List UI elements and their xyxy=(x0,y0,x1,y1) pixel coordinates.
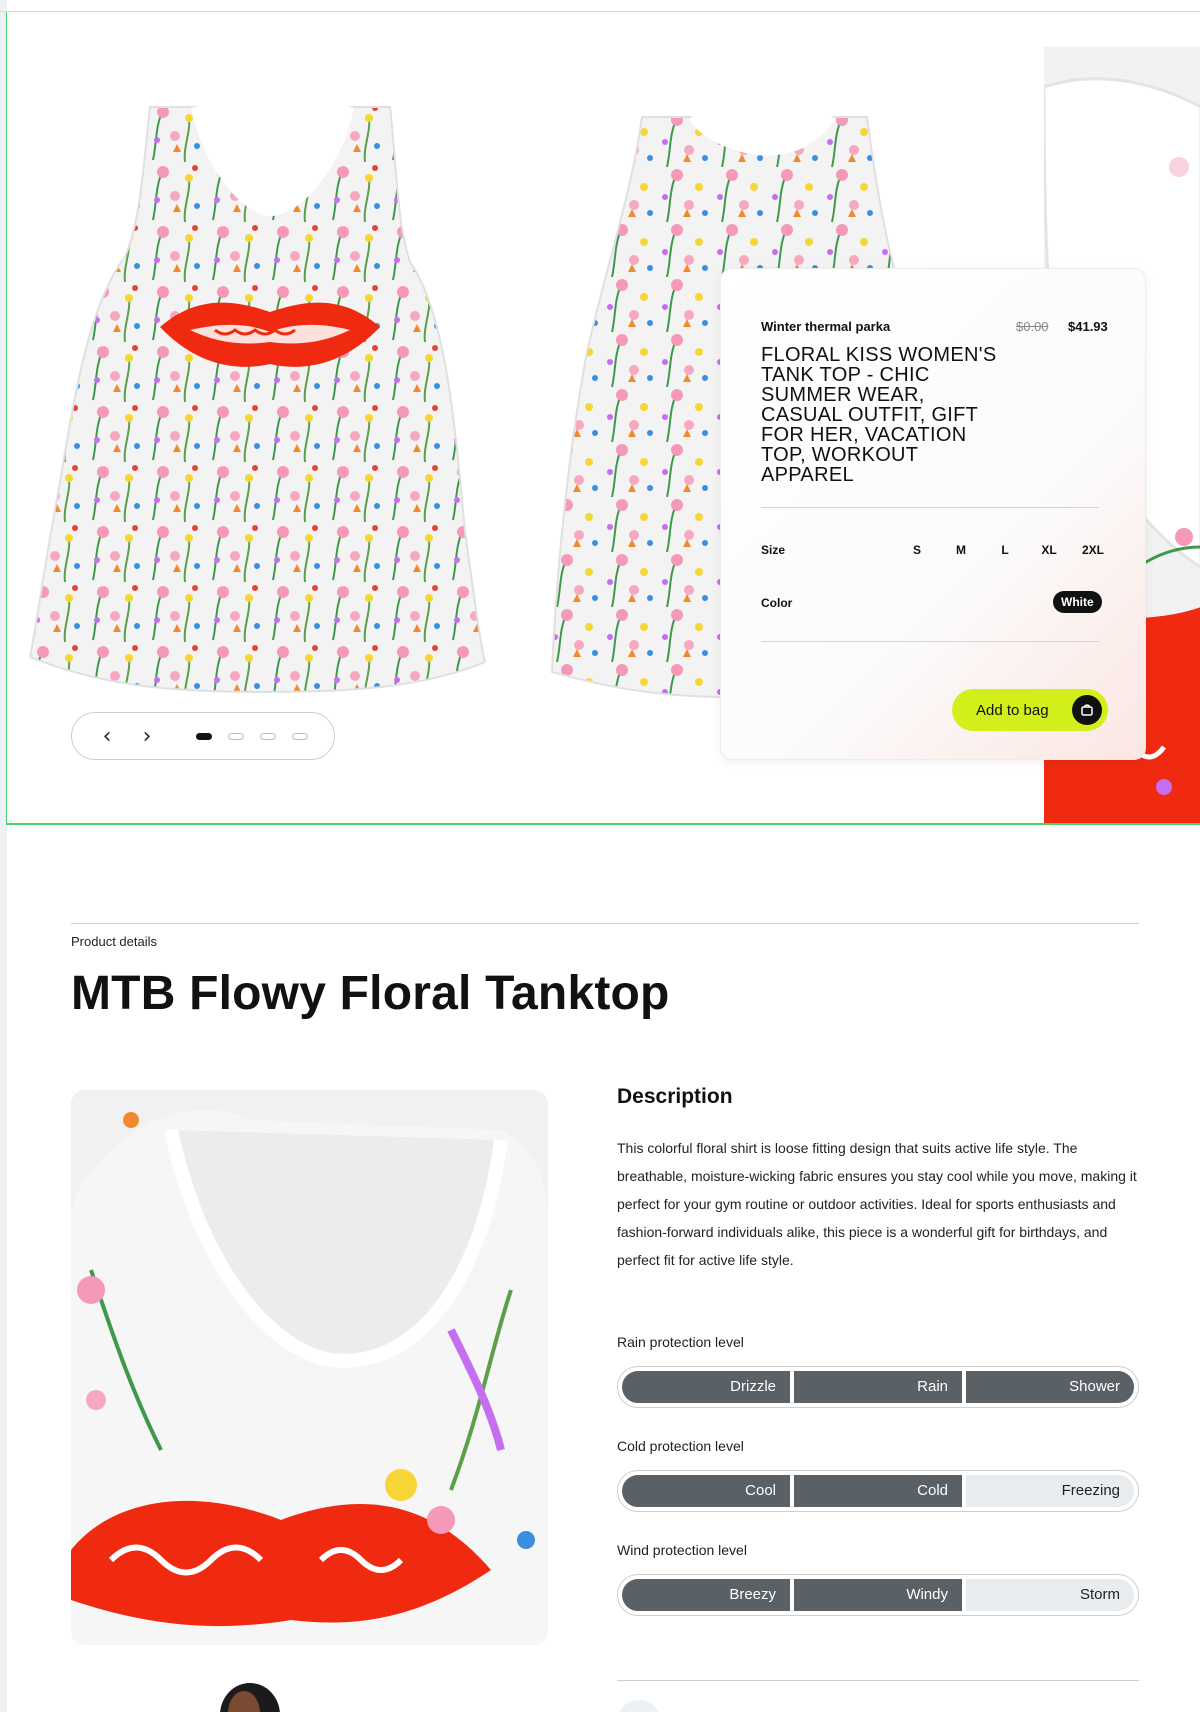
price-original: $0.00 xyxy=(1016,319,1049,334)
carousel-dot-1[interactable] xyxy=(196,732,212,740)
cold-level-cool[interactable]: Cool xyxy=(622,1475,790,1507)
color-option-white[interactable]: White xyxy=(1053,591,1102,613)
add-to-bag-button[interactable]: Add to bag xyxy=(952,689,1108,731)
description-heading: Description xyxy=(617,1085,733,1108)
carousel-dots xyxy=(196,732,308,740)
rain-level-rain[interactable]: Rain xyxy=(794,1371,962,1403)
card-divider xyxy=(761,507,1099,508)
carousel-dot-3[interactable] xyxy=(260,732,276,740)
product-detail-image xyxy=(71,1090,548,1645)
size-option-2xl[interactable]: 2XL xyxy=(1071,537,1115,563)
carousel-dot-2[interactable] xyxy=(228,732,244,740)
card-divider xyxy=(761,641,1099,642)
shopping-bag-icon xyxy=(1072,695,1102,725)
wind-protection-label: Wind protection level xyxy=(617,1542,747,1558)
product-hero: ‹ › Winter thermal parka $0.00 $41.93 FL… xyxy=(6,12,1200,825)
chevron-right-icon[interactable]: › xyxy=(132,721,162,751)
product-subtitle: Winter thermal parka xyxy=(761,319,891,334)
price-current: $41.93 xyxy=(1068,319,1108,334)
wind-level-windy[interactable]: Windy xyxy=(794,1579,962,1611)
color-label: Color xyxy=(761,596,793,610)
product-image-front xyxy=(25,102,505,727)
section-divider xyxy=(617,1680,1139,1681)
page: ‹ › Winter thermal parka $0.00 $41.93 FL… xyxy=(0,0,1200,1712)
cold-protection-selector: Cool Cold Freezing xyxy=(617,1470,1139,1512)
wind-protection-selector: Breezy Windy Storm xyxy=(617,1574,1139,1616)
cold-level-freezing[interactable]: Freezing xyxy=(966,1475,1134,1507)
image-carousel-controls: ‹ › xyxy=(71,712,335,760)
rain-protection-selector: Drizzle Rain Shower xyxy=(617,1366,1139,1408)
details-divider xyxy=(71,923,1139,924)
wind-level-storm[interactable]: Storm xyxy=(966,1579,1134,1611)
page-title: MTB Flowy Floral Tanktop xyxy=(71,967,670,1020)
rain-level-drizzle[interactable]: Drizzle xyxy=(622,1371,790,1403)
size-option-xl[interactable]: XL xyxy=(1027,537,1071,563)
product-details-label: Product details xyxy=(71,934,157,949)
model-avatar xyxy=(210,1665,290,1712)
description-text: This colorful floral shirt is loose fitt… xyxy=(617,1140,1137,1268)
size-option-m[interactable]: M xyxy=(939,537,983,563)
cold-protection-label: Cold protection level xyxy=(617,1438,744,1454)
rain-level-shower[interactable]: Shower xyxy=(966,1371,1134,1403)
wind-level-breezy[interactable]: Breezy xyxy=(622,1579,790,1611)
product-card: Winter thermal parka $0.00 $41.93 FLORAL… xyxy=(720,268,1146,760)
size-option-s[interactable]: S xyxy=(895,537,939,563)
add-to-bag-label: Add to bag xyxy=(976,701,1049,719)
cold-level-cold[interactable]: Cold xyxy=(794,1475,962,1507)
size-options: S M L XL 2XL xyxy=(895,537,1115,563)
product-card-title: FLORAL KISS WOMEN'S TANK TOP - CHIC SUMM… xyxy=(761,344,997,486)
carousel-dot-4[interactable] xyxy=(292,732,308,740)
chevron-left-icon[interactable]: ‹ xyxy=(92,721,122,751)
rain-protection-label: Rain protection level xyxy=(617,1334,744,1350)
size-label: Size xyxy=(761,543,786,557)
accordion-toggle[interactable] xyxy=(617,1700,661,1712)
size-option-l[interactable]: L xyxy=(983,537,1027,563)
